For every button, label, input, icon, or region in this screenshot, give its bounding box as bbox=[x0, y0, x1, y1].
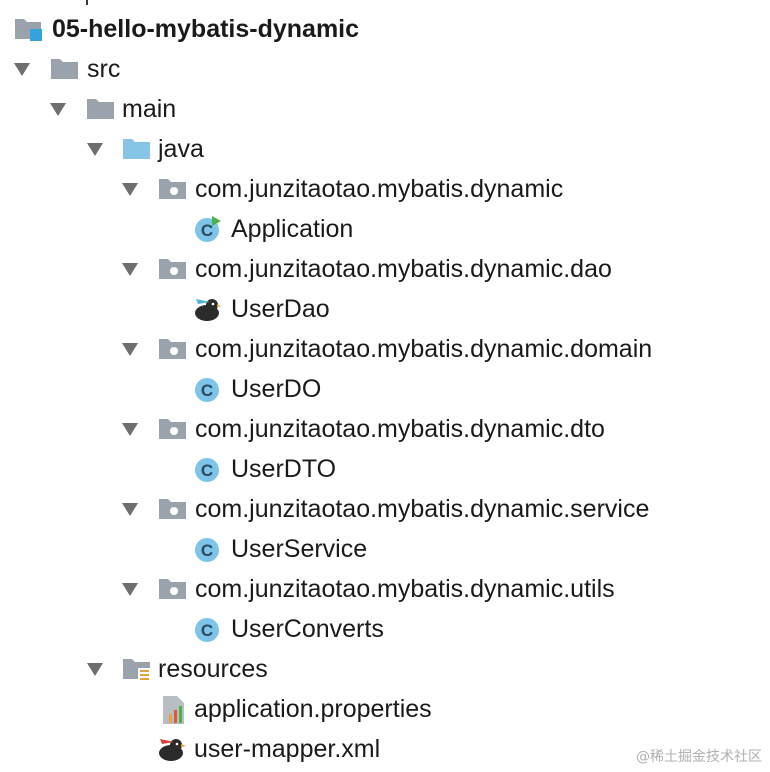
class-icon: C bbox=[194, 535, 222, 563]
runnable-class-icon: C bbox=[194, 215, 222, 243]
watermark: @稀土掘金技术社区 bbox=[636, 749, 762, 765]
expand-arrow-icon[interactable] bbox=[87, 663, 103, 676]
tree-row-resources[interactable]: resources bbox=[0, 649, 770, 689]
tree-row-file[interactable]: C Application bbox=[0, 209, 770, 249]
package-icon bbox=[158, 255, 186, 283]
file-label: UserDTO bbox=[231, 455, 337, 483]
folder-icon bbox=[86, 95, 114, 123]
package-label: com.junzitaotao.mybatis.dynamic.dto bbox=[195, 415, 605, 443]
svg-text:C: C bbox=[201, 621, 213, 640]
expand-arrow-icon[interactable] bbox=[122, 423, 138, 436]
expand-arrow-icon[interactable] bbox=[87, 143, 103, 156]
module-folder-icon bbox=[14, 15, 42, 43]
package-icon bbox=[158, 575, 186, 603]
folder-label: resources bbox=[158, 655, 268, 683]
file-label: user-mapper.xml bbox=[194, 735, 381, 763]
tree-row-package[interactable]: com.junzitaotao.mybatis.dynamic.service bbox=[0, 489, 770, 529]
package-icon bbox=[158, 415, 186, 443]
expand-arrow-icon[interactable] bbox=[122, 343, 138, 356]
folder-label: src bbox=[87, 55, 121, 83]
package-icon bbox=[158, 175, 186, 203]
tree-row-file[interactable]: C UserConverts bbox=[0, 609, 770, 649]
tree-row-file[interactable]: application.properties bbox=[0, 689, 770, 729]
tree-row-src[interactable]: src bbox=[0, 49, 770, 89]
package-label: com.junzitaotao.mybatis.dynamic bbox=[195, 175, 564, 203]
folder-label: java bbox=[158, 135, 204, 163]
file-label: UserConverts bbox=[231, 615, 384, 643]
tree-row-file[interactable]: C UserDO bbox=[0, 369, 770, 409]
tree-row-file[interactable]: C UserService bbox=[0, 529, 770, 569]
scroll-remnant-line bbox=[86, 0, 88, 5]
svg-text:C: C bbox=[201, 221, 213, 240]
file-label: UserDO bbox=[231, 375, 322, 403]
file-label: UserService bbox=[231, 535, 368, 563]
project-tree[interactable]: 05-hello-mybatis-dynamic src main java c… bbox=[0, 9, 770, 769]
package-label: com.junzitaotao.mybatis.dynamic.utils bbox=[195, 575, 615, 603]
folder-label: main bbox=[122, 95, 177, 123]
class-icon: C bbox=[194, 455, 222, 483]
file-label: application.properties bbox=[194, 695, 432, 723]
properties-file-icon bbox=[160, 695, 188, 724]
class-icon: C bbox=[194, 375, 222, 403]
project-name: 05-hello-mybatis-dynamic bbox=[52, 15, 360, 43]
class-icon: C bbox=[194, 615, 222, 643]
source-folder-icon bbox=[122, 135, 150, 163]
resources-folder-icon bbox=[122, 655, 150, 683]
expand-arrow-icon[interactable] bbox=[122, 583, 138, 596]
svg-text:C: C bbox=[201, 461, 213, 480]
tree-row-java[interactable]: java bbox=[0, 129, 770, 169]
tree-row-package[interactable]: com.junzitaotao.mybatis.dynamic.dto bbox=[0, 409, 770, 449]
package-icon bbox=[158, 335, 186, 363]
tree-row-package[interactable]: com.junzitaotao.mybatis.dynamic bbox=[0, 169, 770, 209]
tree-row-file[interactable]: C UserDTO bbox=[0, 449, 770, 489]
expand-arrow-icon[interactable] bbox=[14, 63, 30, 76]
file-label: UserDao bbox=[231, 295, 330, 323]
package-icon bbox=[158, 495, 186, 523]
tree-row-project[interactable]: 05-hello-mybatis-dynamic bbox=[0, 9, 770, 49]
tree-row-package[interactable]: com.junzitaotao.mybatis.dynamic.domain bbox=[0, 329, 770, 369]
tree-row-file[interactable]: UserDao bbox=[0, 289, 770, 329]
expand-arrow-icon[interactable] bbox=[122, 183, 138, 196]
package-label: com.junzitaotao.mybatis.dynamic.dao bbox=[195, 255, 612, 283]
svg-text:C: C bbox=[201, 381, 213, 400]
expand-arrow-icon[interactable] bbox=[122, 503, 138, 516]
tree-row-package[interactable]: com.junzitaotao.mybatis.dynamic.dao bbox=[0, 249, 770, 289]
package-label: com.junzitaotao.mybatis.dynamic.domain bbox=[195, 335, 653, 363]
expand-arrow-icon[interactable] bbox=[50, 103, 66, 116]
tree-row-package[interactable]: com.junzitaotao.mybatis.dynamic.utils bbox=[0, 569, 770, 609]
mybatis-mapper-icon bbox=[156, 735, 186, 763]
mybatis-bird-icon bbox=[192, 295, 221, 323]
svg-text:C: C bbox=[201, 541, 213, 560]
package-label: com.junzitaotao.mybatis.dynamic.service bbox=[195, 495, 650, 523]
folder-icon bbox=[50, 55, 78, 83]
expand-arrow-icon[interactable] bbox=[122, 263, 138, 276]
tree-row-main[interactable]: main bbox=[0, 89, 770, 129]
file-label: Application bbox=[231, 215, 354, 243]
